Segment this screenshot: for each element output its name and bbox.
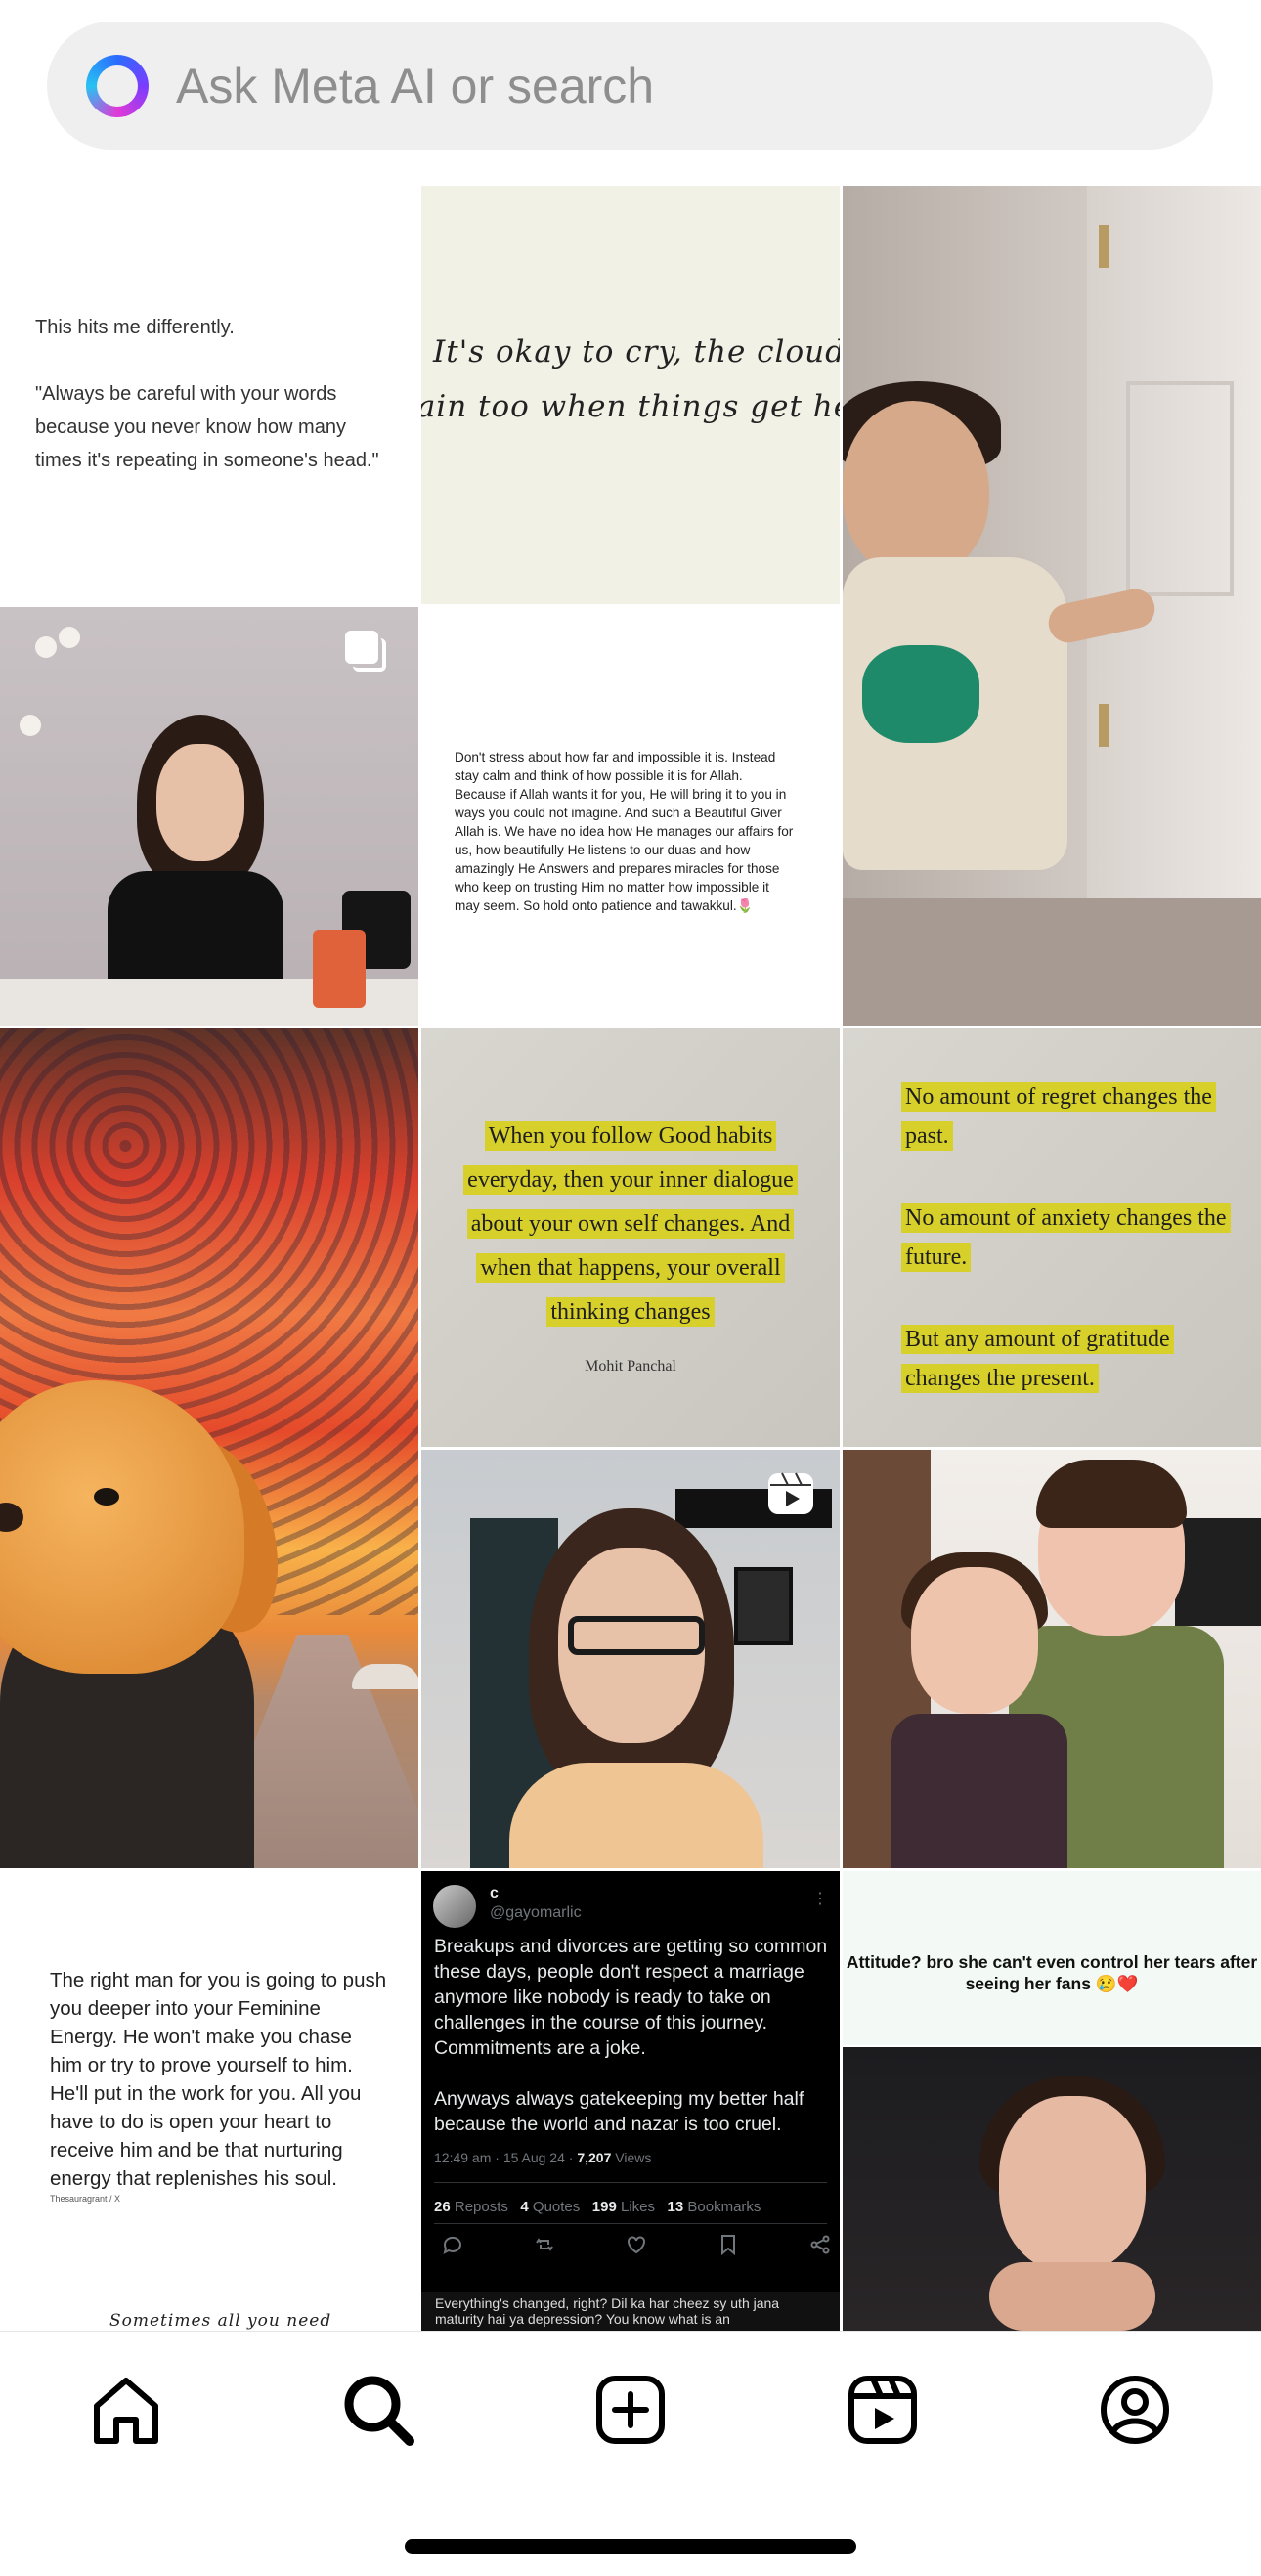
quote-intro: This hits me differently. <box>35 317 235 338</box>
post-toddler-dancing[interactable] <box>843 186 1261 1026</box>
door-hinge <box>1099 704 1109 747</box>
post-handwritten-quote[interactable]: It's okay to cry, the clouds rain too wh… <box>421 186 840 604</box>
handwritten-caption: Sometimes all you need <box>109 2311 332 2331</box>
bookmark-icon <box>721 2235 735 2256</box>
divider <box>434 2182 827 2183</box>
handwritten-line-2: rain too when things get heavy <box>421 389 840 424</box>
post-attitude-tears[interactable]: Attitude? bro she can't even control her… <box>843 1871 1261 2331</box>
lamp-bulb <box>59 627 80 648</box>
actress-face <box>999 2096 1146 2272</box>
handwritten-line-1: It's okay to cry, the clouds <box>433 334 840 370</box>
tweet-paragraph-2: Anyways always gatekeeping my better hal… <box>434 2088 804 2135</box>
divider <box>434 2223 827 2224</box>
post-woman-glasses-reel[interactable] <box>421 1450 840 1868</box>
good-habits-author: Mohit Panchal <box>585 1358 676 1375</box>
post-two-kids[interactable] <box>843 1450 1261 1868</box>
carpet-floor <box>843 898 1261 1026</box>
post-good-habits[interactable]: When you follow Good habits everyday, th… <box>421 1028 840 1447</box>
lamp-bulb <box>20 715 41 736</box>
post-allah-text[interactable]: Don't stress about how far and impossibl… <box>421 607 840 1026</box>
no-amount-anxiety: No amount of anxiety changes the future. <box>901 1203 1231 1272</box>
tweet-author-name: c <box>490 1885 499 1901</box>
no-amount-regret: No amount of regret changes the past. <box>901 1082 1216 1151</box>
girl-face <box>911 1567 1038 1714</box>
tweet-actions <box>441 2233 832 2256</box>
avatar <box>433 1885 476 1928</box>
explore-screen: Ask Meta AI or search This hits me diffe… <box>0 0 1261 2576</box>
quote-body: "Always be careful with your words becau… <box>35 383 379 471</box>
puppy-eye <box>94 1488 119 1506</box>
tweet-timestamp: 12:49 am · 15 Aug 24 · 7,207 Views <box>434 2150 652 2165</box>
profile-icon[interactable] <box>1096 2371 1174 2449</box>
boy-hair <box>1036 1460 1187 1528</box>
meta-ai-ring-icon <box>86 54 149 117</box>
actress-hands <box>989 2262 1155 2331</box>
post-right-man-quote[interactable]: The right man for you is going to push y… <box>0 1871 418 2331</box>
no-amount-gratitude: But any amount of gratitude changes the … <box>901 1325 1174 1393</box>
door-hinge <box>1099 225 1109 268</box>
repost-icon <box>536 2238 553 2251</box>
more-icon: ⋮ <box>812 1891 828 1907</box>
umbrella <box>352 1664 418 1689</box>
post-sunset-puppy[interactable] <box>0 1028 418 1868</box>
woman-top <box>509 1763 763 1868</box>
search-bar[interactable]: Ask Meta AI or search <box>47 22 1213 150</box>
home-indicator <box>405 2539 856 2554</box>
reel-icon <box>768 1472 813 1514</box>
post-woman-black-dress[interactable] <box>0 607 418 1026</box>
drink-glass <box>313 930 366 1008</box>
share-icon <box>810 2235 830 2254</box>
right-man-source: Thesauragrant / X <box>50 2194 121 2204</box>
tweet-author-handle: @gayomarlic <box>490 1904 582 1921</box>
shirt-sequin-patch <box>862 645 979 743</box>
eyeglasses <box>568 1616 705 1655</box>
television <box>1175 1518 1261 1626</box>
carousel-icon <box>345 631 388 674</box>
allah-text-body: Don't stress about how far and impossibl… <box>455 750 794 913</box>
post-tweet-screenshot[interactable]: c @gayomarlic ⋮ Breakups and divorces ar… <box>421 1871 840 2331</box>
like-icon <box>628 2236 645 2254</box>
wall-frame <box>734 1567 793 1645</box>
right-man-text: The right man for you is going to push y… <box>50 1969 387 2190</box>
search-placeholder: Ask Meta AI or search <box>176 58 655 113</box>
reply-icon <box>443 2236 461 2254</box>
tweet-stats: 26 Reposts 4 Quotes 199 Likes 13 Bookmar… <box>434 2199 761 2215</box>
attitude-caption: Attitude? bro she can't even control her… <box>843 1871 1261 2045</box>
toddler-face <box>843 401 989 577</box>
tweet-paragraph-1: Breakups and divorces are getting so com… <box>434 1936 828 2059</box>
post-no-amount[interactable]: No amount of regret changes the past. No… <box>843 1028 1261 1447</box>
create-plus-icon[interactable] <box>591 2371 670 2449</box>
door-panel <box>1126 381 1234 596</box>
lamp-bulb <box>35 636 57 658</box>
post-quote-careful-words[interactable]: This hits me differently. "Always be car… <box>0 186 418 604</box>
reels-icon[interactable] <box>844 2371 922 2449</box>
girl-dress <box>891 1714 1067 1868</box>
woman-face <box>156 744 244 861</box>
search-icon[interactable] <box>339 2371 417 2449</box>
good-habits-text: When you follow Good habits everyday, th… <box>463 1121 798 1327</box>
home-icon[interactable] <box>87 2371 165 2449</box>
next-post-preview: Everything's changed, right? Dil ka har … <box>421 2292 840 2331</box>
